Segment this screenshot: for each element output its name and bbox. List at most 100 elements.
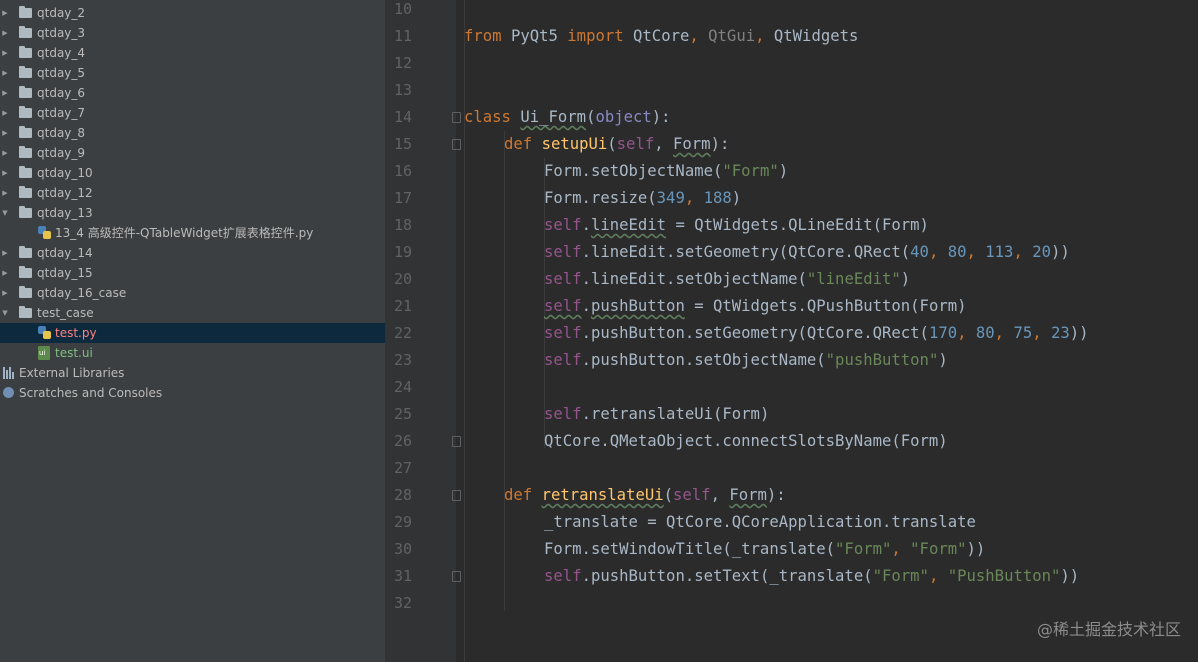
code-line-26: QtCore.QMetaObject.connectSlotsByName(Fo…: [544, 432, 948, 450]
tree-item-label: qtday_7: [37, 106, 86, 120]
tree-item[interactable]: ▶ qtday_16_case: [0, 283, 385, 303]
line-number: 32: [393, 594, 412, 612]
tree-item[interactable]: ▶ qtday_8: [0, 123, 385, 143]
line-number: 11: [393, 27, 412, 45]
code-line-28: def retranslateUi(self, Form):: [504, 486, 786, 504]
fold-marker-icon[interactable]: [452, 139, 461, 150]
tree-item[interactable]: ▶ qtday_2: [0, 3, 385, 23]
folder-icon: [19, 46, 32, 58]
folder-icon: [19, 206, 32, 218]
chevron-right-icon[interactable]: ▶: [0, 43, 10, 63]
line-number: 16: [393, 162, 412, 180]
tree-item[interactable]: ▶ qtday_5: [0, 63, 385, 83]
chevron-down-icon[interactable]: ▼: [0, 203, 10, 223]
code-line-19: self.lineEdit.setGeometry(QtCore.QRect(4…: [544, 243, 1070, 261]
tree-item[interactable]: ▼ test_case: [0, 303, 385, 323]
folder-icon: [19, 266, 32, 278]
code-line-15: def setupUi(self, Form):: [504, 135, 730, 153]
folder-icon: [19, 246, 32, 258]
tree-item[interactable]: ▼ qtday_13: [0, 203, 385, 223]
chevron-right-icon[interactable]: ▶: [0, 83, 10, 103]
chevron-right-icon[interactable]: ▶: [0, 103, 10, 123]
tree-item[interactable]: ▶ qtday_15: [0, 263, 385, 283]
chevron-right-icon[interactable]: ▶: [0, 63, 10, 83]
tree-item[interactable]: 13_4 高级控件-QTableWidget扩展表格控件.py: [0, 223, 385, 243]
folder-icon: [19, 306, 32, 318]
line-number: 20: [393, 270, 412, 288]
line-number: 29: [393, 513, 412, 531]
tree-item[interactable]: ▶ qtday_6: [0, 83, 385, 103]
code-editor[interactable]: 10 11 12 13 14 15 16 17 18 19 20 21 22 23 24 25 26 27 28 29…: [386, 0, 1201, 662]
folder-icon: [19, 106, 32, 118]
folder-icon: [19, 66, 32, 78]
tree-item[interactable]: ▶ qtday_10: [0, 163, 385, 183]
tree-item[interactable]: test.py: [0, 323, 385, 343]
tree-item-label: qtday_3: [37, 26, 86, 40]
tree-item-label: qtday_9: [37, 146, 86, 160]
chevron-right-icon[interactable]: ▶: [0, 23, 10, 43]
tree-item[interactable]: ▶ qtday_4: [0, 43, 385, 63]
fold-marker-icon[interactable]: [452, 571, 461, 582]
line-number: 28: [393, 486, 412, 504]
chevron-right-icon[interactable]: ▶: [0, 3, 10, 23]
fold-marker-icon[interactable]: [452, 112, 461, 123]
code-line-16: Form.setObjectName("Form"): [544, 162, 789, 180]
line-number: 31: [393, 567, 412, 585]
folder-icon: [19, 126, 32, 138]
chevron-right-icon[interactable]: ▶: [0, 163, 10, 183]
tree-item[interactable]: External Libraries: [0, 363, 385, 383]
tree-item-label: qtday_6: [37, 86, 86, 100]
line-number: 21: [393, 297, 412, 315]
line-number: 19: [393, 243, 412, 261]
ui-file-icon: [38, 346, 50, 360]
line-number: 15: [393, 135, 412, 153]
code-line-14: class Ui_Form(object):: [464, 108, 671, 126]
tree-item-label: qtday_14: [37, 246, 93, 260]
fold-marker-icon[interactable]: [452, 436, 461, 447]
tree-item[interactable]: ▶ qtday_7: [0, 103, 385, 123]
folder-icon: [19, 86, 32, 98]
tree-item-label: qtday_4: [37, 46, 86, 60]
chevron-right-icon[interactable]: ▶: [0, 123, 10, 143]
folder-icon: [19, 6, 32, 18]
chevron-right-icon[interactable]: ▶: [0, 143, 10, 163]
chevron-right-icon[interactable]: ▶: [0, 263, 10, 283]
tree-item-label: 13_4 高级控件-QTableWidget扩展表格控件.py: [55, 226, 314, 240]
tree-item-label: qtday_5: [37, 66, 86, 80]
tree-item[interactable]: ▶ qtday_9: [0, 143, 385, 163]
tree-item[interactable]: test.ui: [0, 343, 385, 363]
tree-item-label: External Libraries: [19, 366, 125, 380]
folder-icon: [19, 186, 32, 198]
code-line-23: self.pushButton.setObjectName("pushButto…: [544, 351, 948, 369]
tree-item-label: test.py: [55, 326, 97, 340]
chevron-right-icon[interactable]: ▶: [0, 283, 10, 303]
tree-item-label: qtday_13: [37, 206, 93, 220]
tree-item-label: Scratches and Consoles: [19, 386, 163, 400]
line-number: 23: [393, 351, 412, 369]
line-number: 30: [393, 540, 412, 558]
tree-item[interactable]: ▶ qtday_14: [0, 243, 385, 263]
chevron-right-icon[interactable]: ▶: [0, 183, 10, 203]
fold-marker-icon[interactable]: [452, 490, 461, 501]
chevron-down-icon[interactable]: ▼: [0, 303, 10, 323]
line-number: 12: [393, 54, 412, 72]
library-icon: [3, 367, 15, 379]
tree-item-label: test.ui: [55, 346, 93, 360]
tree-item[interactable]: ▶ qtday_12: [0, 183, 385, 203]
code-line-31: self.pushButton.setText(_translate("Form…: [544, 567, 1080, 585]
line-number: 10: [393, 0, 412, 18]
folder-icon: [19, 146, 32, 158]
line-number: 27: [393, 459, 412, 477]
folder-icon: [19, 166, 32, 178]
python-file-icon: [38, 226, 51, 240]
tree-item-label: qtday_8: [37, 126, 86, 140]
tree-item[interactable]: Scratches and Consoles: [0, 383, 385, 403]
tree-item[interactable]: ▶ qtday_3: [0, 23, 385, 43]
code-line-21: self.pushButton = QtWidgets.QPushButton(…: [544, 297, 967, 315]
folder-icon: [19, 286, 32, 298]
watermark: @稀土掘金技术社区: [1036, 620, 1181, 639]
code-line-22: self.pushButton.setGeometry(QtCore.QRect…: [544, 324, 1089, 342]
tree-item-label: test_case: [37, 306, 94, 320]
chevron-right-icon[interactable]: ▶: [0, 243, 10, 263]
code-line-20: self.lineEdit.setObjectName("lineEdit"): [544, 270, 911, 288]
